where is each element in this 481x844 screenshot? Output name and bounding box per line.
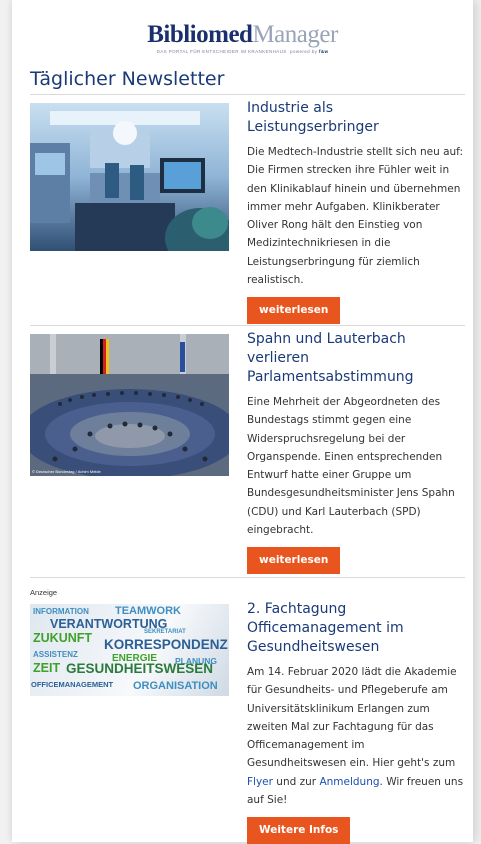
ad-text: 2. Fachtagung Officemanagement im Gesund… [247,600,465,844]
ad-body-part-1: Am 14. Februar 2020 lädt die Akademie fü… [247,666,457,770]
logo-part-1: Bibliomed [147,21,253,48]
bundestag-photo [30,334,229,476]
article-2-read-more-button[interactable]: weiterlesen [247,547,341,575]
brand-logo[interactable]: BibliomedManager [12,22,473,48]
logo-part-2: Manager [252,21,338,48]
ad-body-part-2: und zur [272,775,320,788]
ad-image[interactable]: INFORMATION TEAMWORK VERANTWORTUNG ZUKUN… [30,604,229,696]
tagline-powered: powered by [290,49,318,54]
cloud-word: ASSISTENZ [33,650,78,659]
cloud-word: INFORMATION [33,607,89,616]
article-2-body: Eine Mehrheit der Abgeordneten des Bunde… [247,396,455,537]
article-1-text: Industrie als Leistungserbringer Die Med… [247,99,465,325]
ad-label: Anzeige [30,588,58,597]
cloud-word: SEKRETARIAT [144,629,186,635]
cloud-word: ZEIT [33,661,61,675]
photo-credit: © Deutscher Bundestag / Achim Melde [32,469,101,474]
tagline-text: DAS PORTAL FÜR ENTSCHEIDER IM KRANKENHAU… [156,49,287,54]
ad-title[interactable]: 2. Fachtagung Officemanagement im Gesund… [247,600,465,657]
article-1-read-more-button[interactable]: weiterlesen [247,297,341,325]
cloud-word: KORRESPONDENZ [104,637,228,652]
article-1-body: Die Medtech-Industrie stellt sich neu au… [247,146,464,287]
registration-link[interactable]: Anmeldung [319,776,379,788]
cloud-word: TEAMWORK [115,605,181,617]
divider [30,325,465,326]
ad-body: Am 14. Februar 2020 lädt die Akademie fü… [247,663,465,809]
divider [30,94,465,95]
article-1-image[interactable] [30,103,229,251]
tagline-brand: f&w [318,49,329,54]
article-2-text: Spahn und Lauterbach verlieren Parlament… [247,330,465,575]
divider [30,577,465,578]
cloud-word: ZUKUNFT [33,631,93,645]
article-1-title[interactable]: Industrie als Leistungserbringer [247,99,465,137]
header: BibliomedManager DAS PORTAL FÜR ENTSCHEI… [12,0,473,72]
operating-room-photo [30,103,229,251]
cloud-word: GESUNDHEITSWESEN [66,661,214,676]
tagline: DAS PORTAL FÜR ENTSCHEIDER IM KRANKENHAU… [12,49,473,54]
cloud-word: ORGANISATION [133,680,218,692]
word-cloud: INFORMATION TEAMWORK VERANTWORTUNG ZUKUN… [30,604,229,696]
more-info-button[interactable]: Weitere Infos [247,817,351,844]
article-2-title[interactable]: Spahn und Lauterbach verlieren Parlament… [247,330,465,387]
newsletter-page: BibliomedManager DAS PORTAL FÜR ENTSCHEI… [12,0,473,844]
article-2-image[interactable]: © Deutscher Bundestag / Achim Melde [30,334,229,476]
cloud-word: OFFICEMANAGEMENT [31,680,114,689]
flyer-link[interactable]: Flyer [247,776,273,788]
newsletter-title: Täglicher Newsletter [30,68,225,90]
